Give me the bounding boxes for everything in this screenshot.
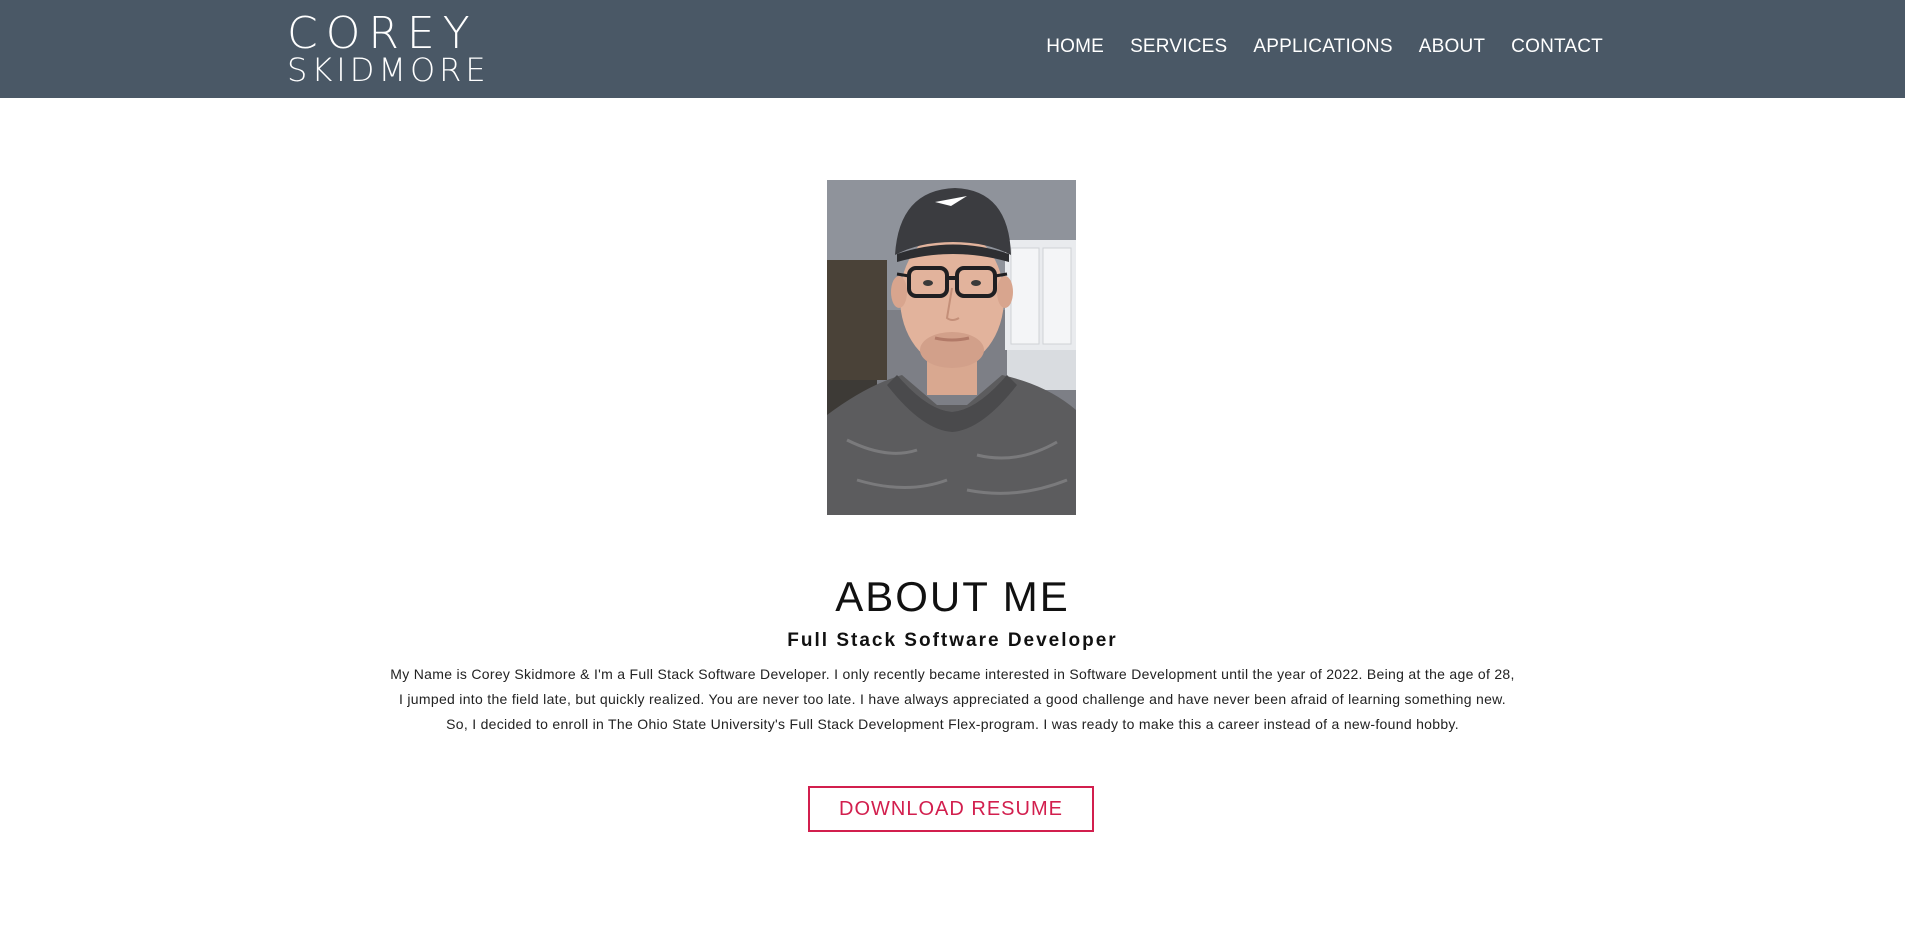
navbar: COREY SKIDMORE HOME SERVICES APPLICATION… (0, 0, 1905, 98)
bio-line: I jumped into the field late, but quickl… (399, 691, 1506, 707)
logo-last-name: SKIDMORE (287, 51, 490, 89)
nav-about[interactable]: ABOUT (1419, 36, 1485, 58)
bio-line: My Name is Corey Skidmore & I'm a Full S… (390, 666, 1515, 682)
nav-services[interactable]: SERVICES (1130, 36, 1227, 58)
about-subtitle: Full Stack Software Developer (787, 630, 1118, 651)
profile-photo (827, 180, 1076, 515)
main-nav: HOME SERVICES APPLICATIONS ABOUT CONTACT (1046, 36, 1603, 58)
site-logo[interactable]: COREY SKIDMORE (287, 8, 490, 89)
bio-line: So, I decided to enroll in The Ohio Stat… (446, 716, 1459, 732)
logo-first-name: COREY (287, 8, 478, 59)
nav-home[interactable]: HOME (1046, 36, 1104, 58)
about-bio: My Name is Corey Skidmore & I'm a Full S… (0, 662, 1905, 737)
download-resume-button[interactable]: DOWNLOAD RESUME (808, 786, 1094, 832)
nav-contact[interactable]: CONTACT (1511, 36, 1603, 58)
nav-applications[interactable]: APPLICATIONS (1253, 36, 1392, 58)
about-title: ABOUT ME (835, 573, 1070, 620)
page: COREY SKIDMORE HOME SERVICES APPLICATION… (0, 0, 1905, 929)
